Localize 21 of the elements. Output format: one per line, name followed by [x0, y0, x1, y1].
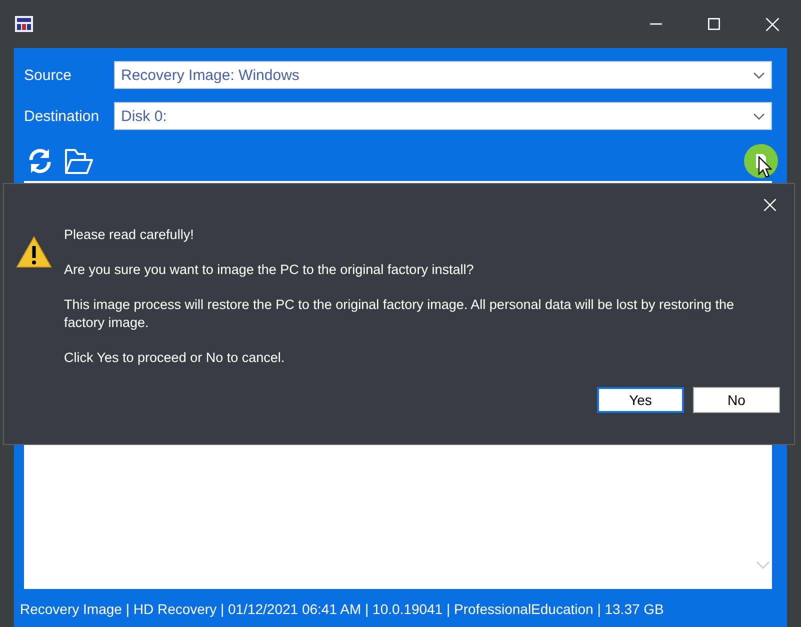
dropdown[interactable]: Recovery Image: Windows [114, 61, 772, 89]
dialog-button[interactable]: Yes [597, 387, 684, 413]
field-label: Source [24, 66, 73, 84]
close-icon[interactable] [764, 199, 776, 211]
status-bar-text: Recovery Image | HD Recovery | 01/12/2021 06:41 AM | 10.0.19041 | ProfessionalEducation | 13.37 GB [19, 600, 665, 617]
app-logo-icon [14, 14, 34, 34]
dialog-message: Click Yes to proceed or No to cancel. [64, 349, 286, 367]
dialog-heading: Please read carefully! [64, 226, 195, 244]
chevron-down-icon[interactable] [753, 112, 765, 120]
dialog-button[interactable]: No [693, 387, 780, 413]
dialog-message: Are you sure you want to image the PC to the original factory install? [64, 261, 475, 279]
warning-icon [16, 236, 52, 268]
maximize-icon[interactable] [708, 18, 720, 30]
chevron-down-icon[interactable] [753, 72, 765, 78]
field-label: Destination [24, 108, 100, 124]
chevron-down-icon [756, 561, 770, 569]
open-folder-icon[interactable] [64, 147, 94, 175]
cursor-icon [758, 156, 772, 178]
dialog-message: This image process will restore the PC to the original factory image. All personal data will be lost by restoring the factory image. [64, 296, 736, 332]
close-icon[interactable] [766, 18, 778, 30]
dropdown[interactable]: Disk 0: [114, 102, 772, 130]
